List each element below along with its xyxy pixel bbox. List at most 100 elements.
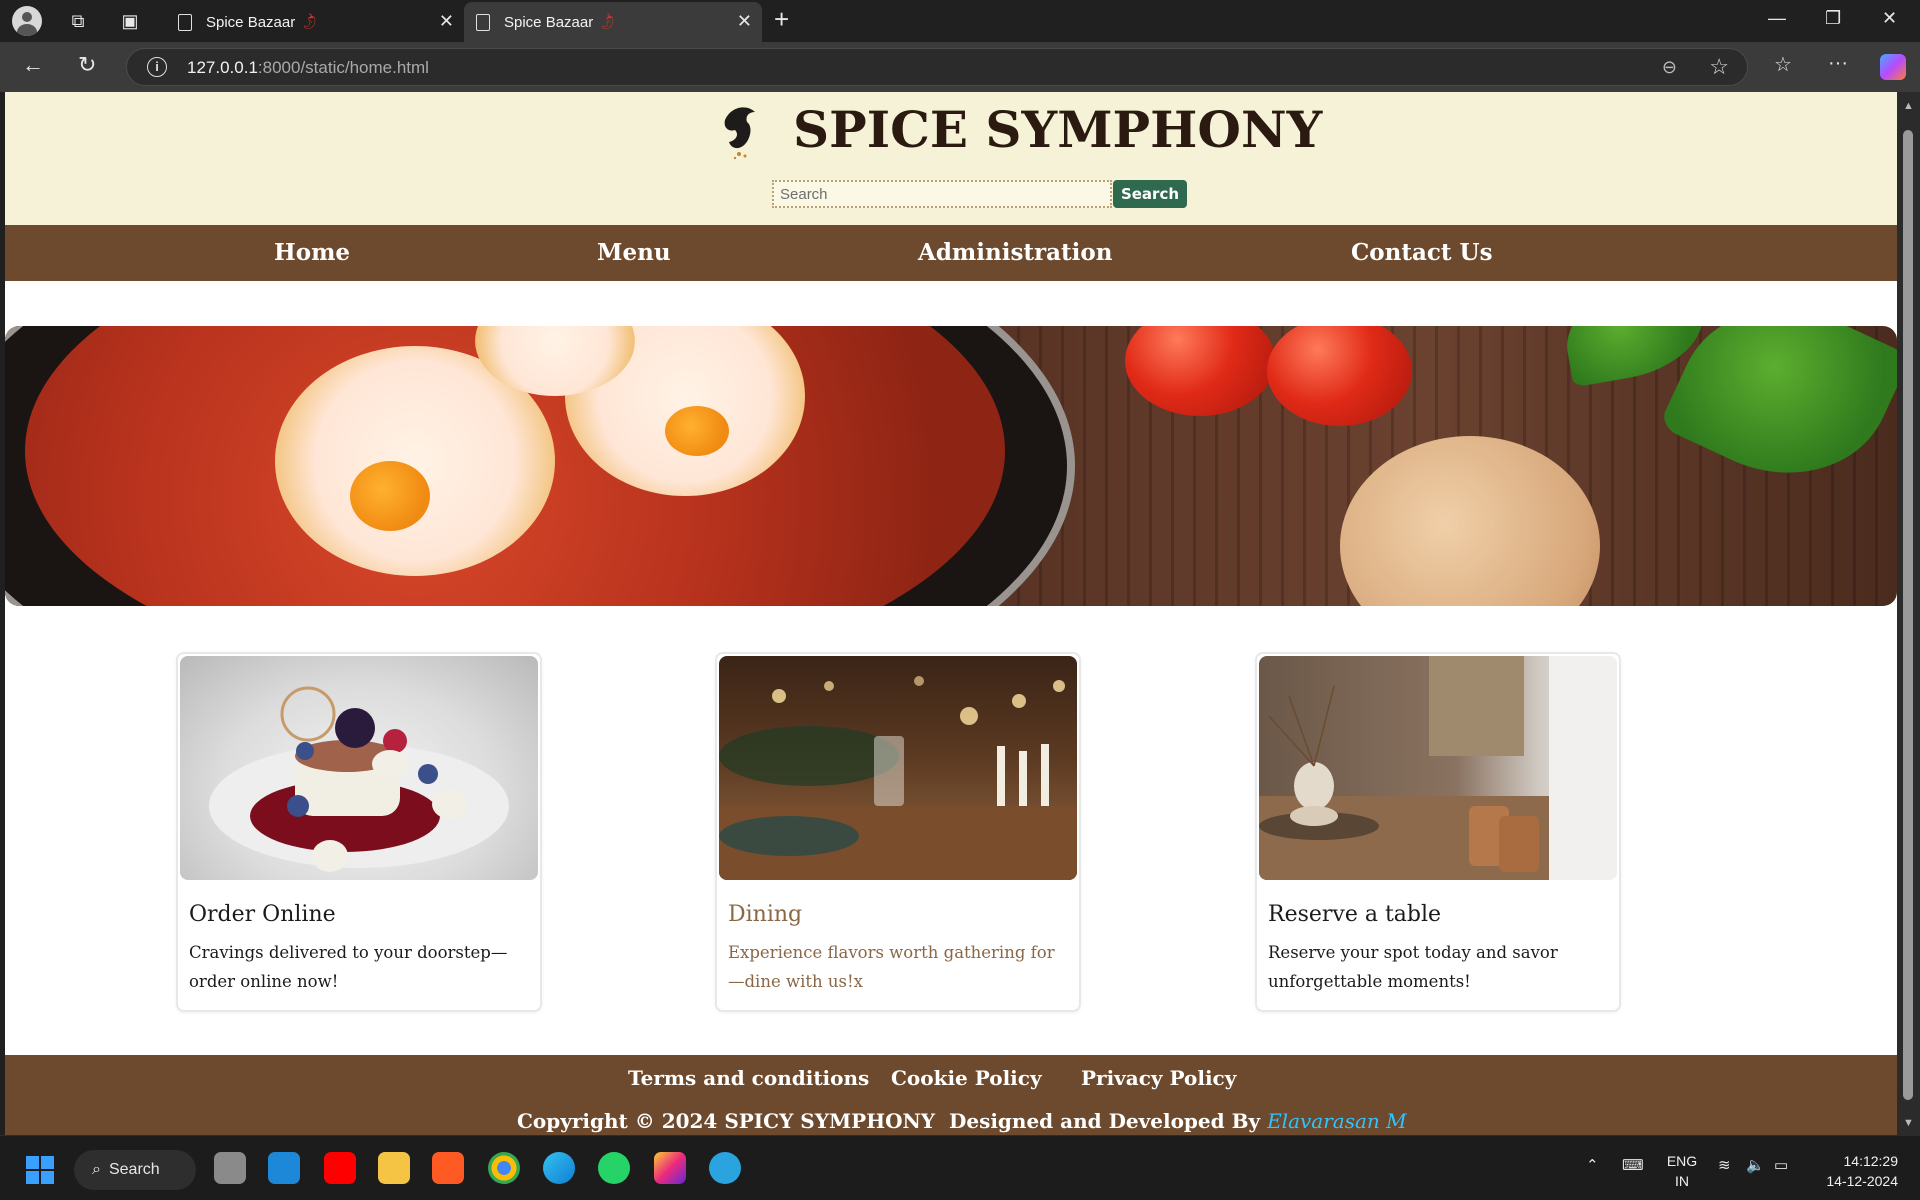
basil-leaf-shape [1658,326,1897,511]
scroll-down-icon[interactable]: ▼ [1903,1117,1914,1129]
windows-taskbar: ⌕ Search ⌃ ⌨ ENG IN ≋ 🔈 ▭ 14:12:29 14-12-20… [0,1135,1920,1200]
card-text: Experience flavors worth gathering for—d… [728,943,1055,991]
chili-icon: 🌶 [596,10,619,33]
youtube-icon[interactable] [324,1152,356,1184]
keyboard-icon[interactable]: ⌨ [1622,1156,1644,1174]
logo-icon [724,107,755,160]
credit-text: Designed and Developed By Elavarasan M [949,1109,1407,1133]
card-text: Cravings delivered to your doorstep—orde… [189,943,508,991]
search-icon: ⌕ [92,1161,101,1178]
zoom-icon[interactable]: ⊖ [1662,57,1677,78]
tab-spice-bazaar-2[interactable]: Spice Bazaar 🌶 ✕ [464,2,762,42]
url-path: :8000/static/home.html [257,58,429,77]
card-dining[interactable]: Dining Experience flavors worth gatherin… [715,652,1081,1012]
vscode-icon[interactable] [268,1152,300,1184]
copilot-icon[interactable] [1880,54,1906,80]
yolk-shape [665,406,729,456]
site-info-icon[interactable]: i [147,57,167,77]
tab-title: Spice Bazaar [504,13,594,31]
card-reserve-table[interactable]: Reserve a table Reserve your spot today … [1255,652,1621,1012]
battery-icon[interactable]: ▭ [1774,1156,1788,1174]
card-title: Reserve a table [1268,902,1442,927]
tomato-shape [1267,326,1412,426]
page-viewport: SPICE SYMPHONY Search Home Menu Administ… [5,92,1897,1135]
reserve-illustration [1259,656,1617,880]
language-indicator[interactable]: ENG IN [1662,1151,1702,1191]
url-field[interactable]: i 127.0.0.1:8000/static/home.html ⊖ ☆ [126,48,1748,86]
url-host: 127.0.0.1 [187,58,258,77]
tab-actions-icon[interactable]: ▣ [112,3,148,39]
whatsapp-icon[interactable] [598,1152,630,1184]
hero-banner-image [5,326,1897,606]
clock-time: 14:12:29 [1843,1153,1899,1169]
nav-administration[interactable]: Administration [918,239,1112,266]
site-footer: Terms and conditions Cookie Policy Priva… [5,1055,1897,1135]
dessert-illustration [209,686,509,872]
yolk-shape [350,461,430,531]
copyright-text: Copyright © 2024 SPICY SYMPHONY [517,1109,936,1133]
site-header: SPICE SYMPHONY Search [5,92,1897,225]
file-explorer-icon[interactable] [378,1152,410,1184]
main-nav: Home Menu Administration Contact Us [5,225,1897,281]
browser-tab-bar: ⧉ ▣ Spice Bazaar 🌶 ✕ Spice Bazaar 🌶 ✕ + … [0,0,1920,42]
volume-icon[interactable]: 🔈 [1746,1156,1765,1174]
favorite-star-icon[interactable]: ☆ [1709,54,1729,80]
page-icon [178,13,192,31]
dining-image [719,656,1077,880]
nav-menu[interactable]: Menu [597,239,671,266]
nav-contact-us[interactable]: Contact Us [1351,239,1493,266]
close-tab-icon[interactable]: ✕ [439,11,454,32]
author-link[interactable]: Elavarasan M [1267,1109,1407,1133]
start-windows-icon[interactable] [26,1156,54,1184]
nav-home[interactable]: Home [274,239,350,266]
taskbar-search[interactable]: ⌕ Search [74,1150,196,1190]
url-text: 127.0.0.1:8000/static/home.html [187,58,429,78]
close-tab-icon[interactable]: ✕ [737,11,752,32]
tomato-shape [1125,326,1275,416]
telegram-icon[interactable] [709,1152,741,1184]
wifi-icon[interactable]: ≋ [1718,1156,1731,1174]
terms-link[interactable]: Terms and conditions [628,1066,869,1090]
new-tab-button[interactable]: + [774,4,789,35]
task-view-icon[interactable] [214,1152,246,1184]
card-order-online[interactable]: Order Online Cravings delivered to your … [176,652,542,1012]
system-clock[interactable]: 14:12:29 14-12-2024 [1818,1151,1898,1191]
reload-icon[interactable]: ↻ [78,52,96,78]
tab-spice-bazaar-1[interactable]: Spice Bazaar 🌶 ✕ [166,2,464,42]
scroll-thumb[interactable] [1903,130,1913,1100]
more-options-icon[interactable]: ··· [1828,52,1848,75]
clock-date: 14-12-2024 [1826,1173,1898,1189]
card-text: Reserve your spot today and savor unforg… [1268,943,1558,991]
minimize-icon[interactable]: — [1768,8,1786,29]
chrome-icon[interactable] [488,1152,520,1184]
favorites-icon[interactable]: ☆ [1774,52,1792,77]
feature-cards: Order Online Cravings delivered to your … [5,652,1897,1012]
profile-avatar-icon[interactable] [12,6,42,36]
chili-icon: 🌶 [298,10,321,33]
language-code: ENG [1666,1153,1698,1169]
site-title: SPICE SYMPHONY [793,100,1323,159]
page-icon [476,13,490,31]
scroll-up-icon[interactable]: ▲ [1903,100,1914,112]
brave-icon[interactable] [432,1152,464,1184]
reserve-image [1259,656,1617,880]
taskbar-search-label: Search [108,1161,160,1178]
cookie-policy-link[interactable]: Cookie Policy [891,1066,1042,1090]
page-scrollbar[interactable]: ▲ ▼ [1897,92,1920,1135]
credit-prefix: Designed and Developed By [949,1109,1261,1133]
wooden-spoon-shape [1340,436,1600,606]
search-button[interactable]: Search [1113,180,1187,208]
region-code: IN [1675,1173,1689,1189]
restore-icon[interactable]: ❐ [1825,8,1841,29]
back-icon[interactable]: ← [22,52,44,78]
search-input[interactable] [772,180,1112,208]
dining-illustration [719,676,1077,880]
privacy-policy-link[interactable]: Privacy Policy [1081,1066,1236,1090]
address-bar-row: ← ↻ i 127.0.0.1:8000/static/home.html ⊖ … [0,42,1920,92]
workspaces-icon[interactable]: ⧉ [60,3,96,39]
show-hidden-icons-icon[interactable]: ⌃ [1586,1156,1599,1174]
card-title: Order Online [189,902,336,927]
instagram-icon[interactable] [654,1152,686,1184]
edge-icon[interactable] [543,1152,575,1184]
close-window-icon[interactable]: ✕ [1882,8,1897,29]
